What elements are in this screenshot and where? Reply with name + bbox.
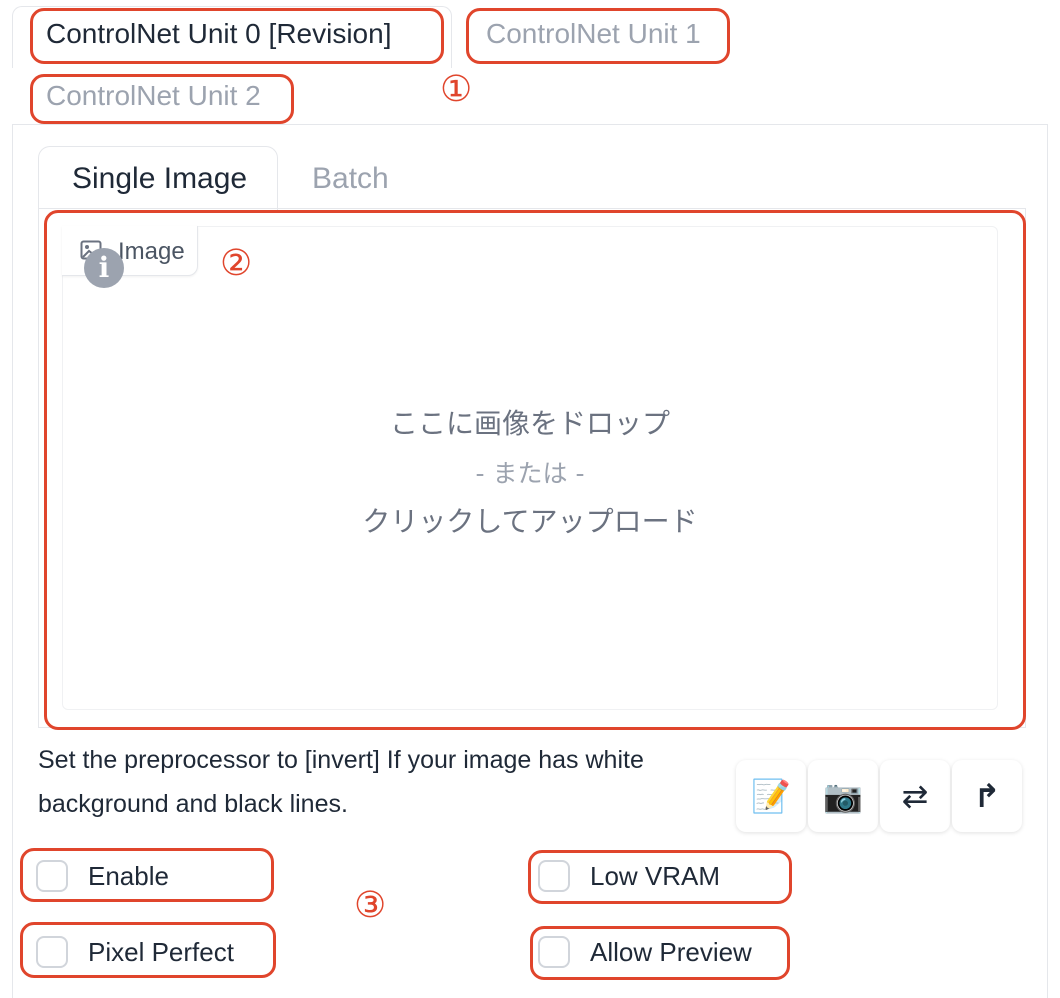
mirror-webcam-button[interactable]: ⇄	[880, 760, 950, 832]
allow-preview-label: Allow Preview	[590, 936, 752, 967]
tab-controlnet-unit-2-label: ControlNet Unit 2	[46, 80, 261, 111]
tab-batch[interactable]: Batch	[312, 162, 389, 196]
swap-arrows-icon: ⇄	[901, 777, 929, 815]
enable-checkbox[interactable]	[36, 860, 68, 892]
memo-icon: 📝	[751, 777, 791, 815]
enable-checkbox-row[interactable]: Enable	[22, 850, 169, 902]
annotation-number-3: ③	[354, 885, 387, 926]
annotation-number-2: ②	[220, 243, 253, 284]
allow-preview-checkbox-row[interactable]: Allow Preview	[524, 926, 752, 978]
low-vram-label: Low VRAM	[590, 860, 721, 891]
send-dimensions-button[interactable]: ↱	[952, 760, 1022, 832]
annotation-number-1: ①	[440, 69, 473, 110]
allow-preview-checkbox[interactable]	[538, 936, 570, 968]
or-text: - または -	[475, 459, 585, 488]
pixel-perfect-checkbox-row[interactable]: Pixel Perfect	[22, 926, 234, 978]
drop-here-text: ここに画像をドロップ	[389, 407, 670, 440]
preprocessor-hint-text: Set the preprocessor to [invert] If your…	[38, 746, 644, 818]
tab-single-image-label: Single Image	[72, 162, 248, 195]
open-new-canvas-button[interactable]: 📝	[736, 760, 806, 832]
tab-controlnet-unit-1-label: ControlNet Unit 1	[486, 18, 701, 49]
pixel-perfect-checkbox[interactable]	[36, 936, 68, 968]
pixel-perfect-label: Pixel Perfect	[88, 936, 234, 967]
low-vram-checkbox[interactable]	[538, 860, 570, 892]
enable-label: Enable	[88, 860, 169, 891]
webcam-button[interactable]: 📷	[808, 760, 878, 832]
send-up-arrow-icon: ↱	[973, 777, 1001, 815]
tab-controlnet-unit-0-label: ControlNet Unit 0 [Revision]	[46, 18, 392, 49]
camera-icon: 📷	[823, 777, 863, 815]
click-to-upload-text: クリックしてアップロード	[362, 505, 698, 538]
low-vram-checkbox-row[interactable]: Low VRAM	[524, 850, 720, 902]
